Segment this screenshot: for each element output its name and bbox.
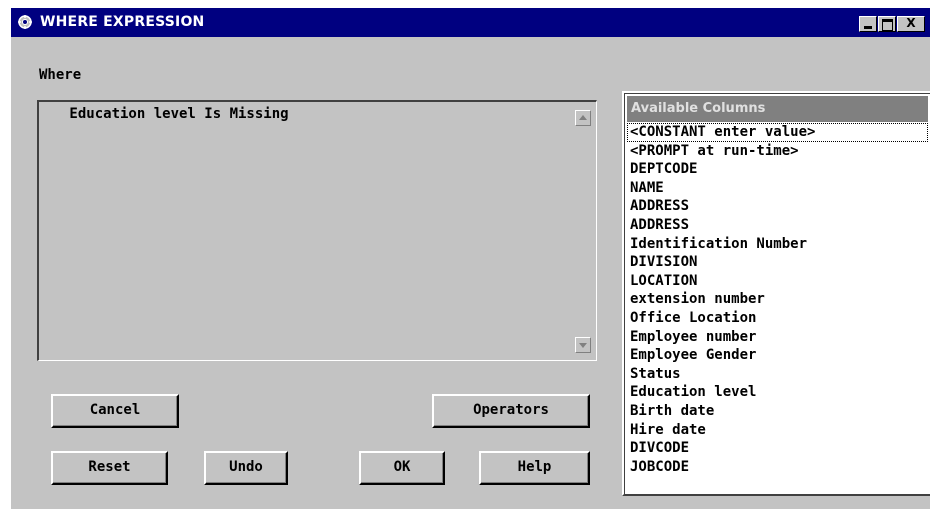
- column-item[interactable]: NAME: [627, 179, 928, 198]
- close-icon: X: [906, 16, 916, 30]
- where-expression-dialog: WHERE EXPRESSION X Where Education level…: [11, 8, 930, 509]
- column-item[interactable]: Office Location: [627, 309, 928, 328]
- column-item[interactable]: Hire date: [627, 421, 928, 440]
- vertical-scrollbar[interactable]: [575, 104, 593, 356]
- column-item[interactable]: LOCATION: [627, 272, 928, 291]
- column-items: <CONSTANT enter value> <PROMPT at run-ti…: [627, 123, 928, 476]
- app-icon: [17, 14, 33, 30]
- column-item[interactable]: Education level: [627, 383, 928, 402]
- column-item[interactable]: Identification Number: [627, 235, 928, 254]
- column-item[interactable]: <PROMPT at run-time>: [627, 142, 928, 161]
- available-columns-list[interactable]: Available Columns <CONSTANT enter value>…: [622, 91, 930, 496]
- column-item[interactable]: <CONSTANT enter value>: [627, 123, 928, 142]
- minimize-button[interactable]: [859, 16, 877, 32]
- column-item[interactable]: Employee Gender: [627, 346, 928, 365]
- column-item[interactable]: ADDRESS: [627, 216, 928, 235]
- arrow-down-icon: [579, 343, 587, 348]
- arrow-up-icon: [579, 115, 587, 120]
- where-expression-text: Education level Is Missing: [61, 106, 289, 122]
- column-item[interactable]: Birth date: [627, 402, 928, 421]
- column-item[interactable]: DIVCODE: [627, 439, 928, 458]
- where-expression-textarea[interactable]: Education level Is Missing: [37, 100, 597, 361]
- column-item[interactable]: Employee number: [627, 328, 928, 347]
- scroll-down-button[interactable]: [575, 337, 591, 353]
- scroll-up-button[interactable]: [575, 110, 591, 126]
- minimize-icon: [864, 26, 872, 29]
- available-columns-header: Available Columns: [627, 96, 928, 122]
- ok-button[interactable]: OK: [359, 451, 445, 485]
- help-button[interactable]: Help: [479, 451, 590, 485]
- where-label: Where: [39, 67, 82, 83]
- window-title: WHERE EXPRESSION: [40, 14, 205, 30]
- column-item[interactable]: ADDRESS: [627, 197, 928, 216]
- column-item[interactable]: JOBCODE: [627, 458, 928, 477]
- cancel-button[interactable]: Cancel: [51, 394, 179, 428]
- operators-button[interactable]: Operators: [432, 394, 590, 428]
- close-button[interactable]: X: [897, 16, 925, 32]
- column-item[interactable]: DEPTCODE: [627, 160, 928, 179]
- maximize-icon: [882, 19, 893, 31]
- column-item[interactable]: DIVISION: [627, 253, 928, 272]
- title-bar[interactable]: WHERE EXPRESSION X: [11, 8, 930, 37]
- reset-button[interactable]: Reset: [51, 451, 168, 485]
- column-item[interactable]: Status: [627, 365, 928, 384]
- maximize-button[interactable]: [878, 16, 896, 32]
- undo-button[interactable]: Undo: [204, 451, 288, 485]
- column-item[interactable]: extension number: [627, 290, 928, 309]
